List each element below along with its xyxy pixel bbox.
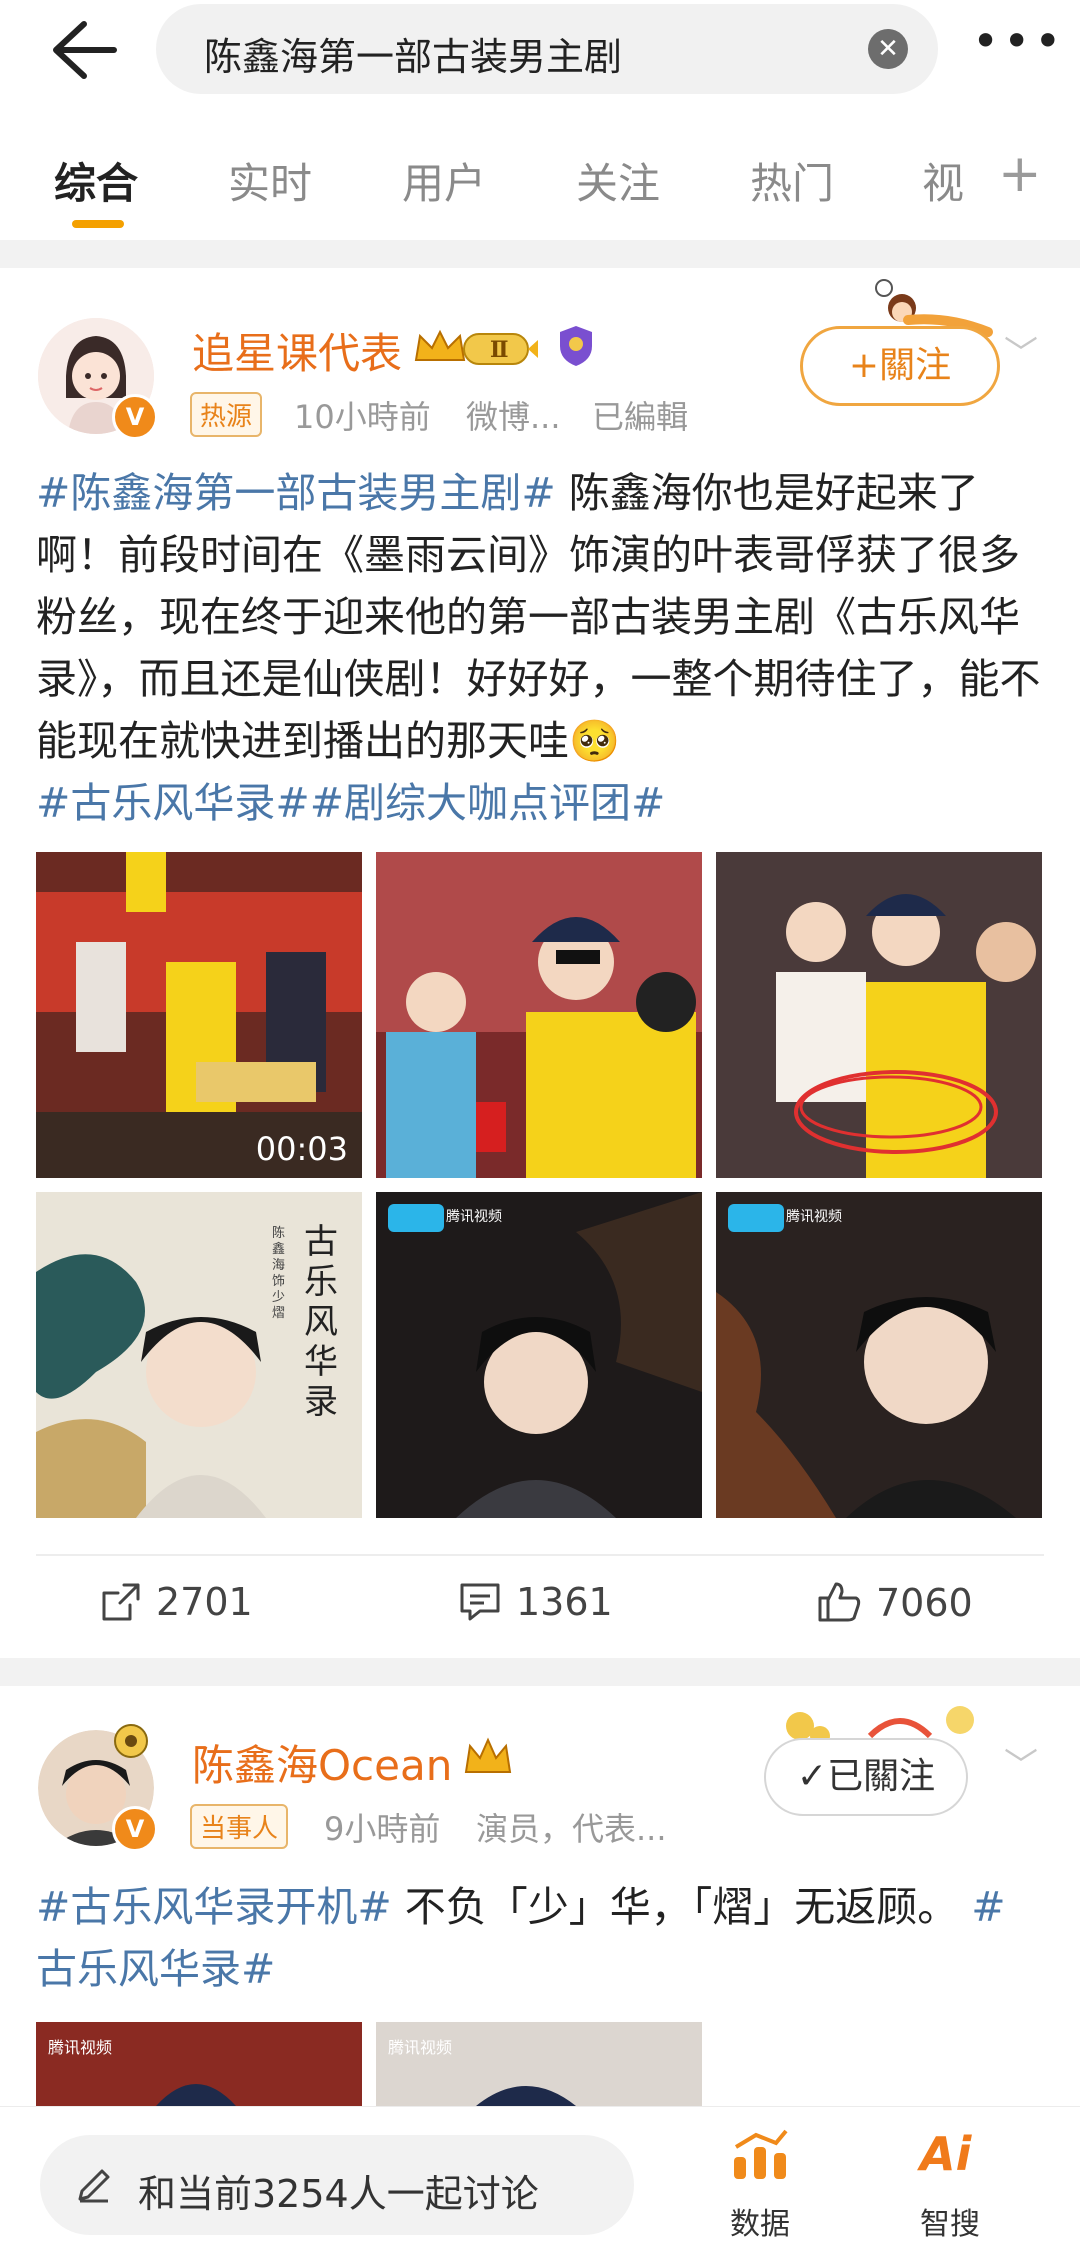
search-query[interactable]: 陈鑫海第一部古装男主剧 — [204, 26, 622, 81]
post-time: 10小時前 — [294, 398, 431, 436]
ai-search-button[interactable]: Ai 智搜 — [900, 2127, 1000, 2257]
tencent-video-label: 腾讯视频 — [786, 1209, 842, 1225]
edited-label[interactable]: 已編輯 — [592, 392, 688, 438]
post-card: V 陈鑫海Ocean 当事人 9小時前 演员，代表... ✓已關注 ﹀ #古乐风… — [0, 1686, 1080, 2106]
tab-realtime[interactable]: 实时 — [228, 150, 312, 211]
pencil-icon — [74, 2165, 114, 2205]
tencent-video-logo-icon — [388, 1204, 444, 1232]
comment-button[interactable]: 1361 — [458, 1580, 613, 1624]
data-label: 数据 — [730, 2207, 790, 2242]
bottom-bar: 和当前3254人一起讨论 数据 Ai 智搜 — [0, 2106, 1080, 2267]
post-image[interactable] — [376, 852, 702, 1178]
top-bar: 陈鑫海第一部古装男主剧 ✕ ••• — [0, 0, 1080, 100]
search-box[interactable]: 陈鑫海第一部古装男主剧 ✕ — [156, 4, 938, 94]
hashtag-link[interactable]: #陈鑫海第一部古装男主剧# — [36, 469, 556, 517]
poster-image[interactable]: 腾讯视频 — [716, 1192, 1042, 1518]
post-time: 9小時前 — [324, 1810, 441, 1848]
comment-icon — [460, 1583, 500, 1621]
level-text: Ⅱ — [490, 337, 509, 363]
shield-badge-icon — [556, 324, 596, 368]
share-button[interactable]: 2701 — [100, 1580, 253, 1624]
post-body: 不负「少」华，「熠」无返顾。 — [391, 1883, 959, 1931]
hashtag-link[interactable]: #古乐风华录开机# — [36, 1883, 392, 1931]
post-image[interactable] — [716, 852, 1042, 1178]
like-count: 7060 — [876, 1581, 973, 1625]
thumbs-up-icon — [818, 1582, 861, 1622]
author-name[interactable]: 追星课代表 — [192, 320, 402, 381]
follow-button[interactable]: +關注 — [800, 326, 1000, 406]
share-icon — [102, 1583, 140, 1621]
avatar-pendant-icon — [112, 1722, 150, 1760]
tencent-video-label: 腾讯视频 — [48, 2038, 113, 2057]
action-bar: 2701 1361 7060 — [0, 1556, 1080, 1666]
tab-bar: 综合 实时 用户 关注 热门 视 + — [0, 130, 1080, 240]
poster-image[interactable]: 腾讯视频 — [376, 1192, 702, 1518]
post-image[interactable]: 腾讯视频 — [376, 2022, 702, 2106]
discuss-placeholder: 和当前3254人一起讨论 — [138, 2172, 539, 2216]
tab-hot[interactable]: 热门 — [750, 150, 834, 211]
post-text: #古乐风华录开机# 不负「少」华，「熠」无返顾。 #古乐风华录# — [36, 1876, 1046, 2000]
source-badge: 热源 — [190, 392, 263, 437]
add-tab-icon[interactable]: + — [998, 144, 1042, 204]
ai-search-label: 智搜 — [920, 2207, 980, 2242]
following-label: 已關注 — [827, 1756, 936, 1797]
tencent-video-label: 腾讯视频 — [446, 1209, 502, 1225]
video-thumbnail[interactable]: 00:03 — [36, 852, 362, 1178]
like-button[interactable]: 7060 — [816, 1580, 973, 1625]
section-divider — [0, 240, 1080, 268]
poster-image[interactable]: 古乐风华录 陈鑫海 饰 少熠 — [36, 1192, 362, 1518]
tab-video[interactable]: 视 — [922, 150, 964, 211]
chevron-down-icon[interactable]: ﹀ — [1004, 1738, 1038, 1787]
video-duration: 00:03 — [255, 1130, 348, 1168]
tab-following[interactable]: 关注 — [576, 150, 660, 211]
poster-cast: 陈鑫海 饰 少熠 — [272, 1226, 286, 1321]
check-icon: ✓ — [796, 1756, 828, 1797]
discuss-input[interactable]: 和当前3254人一起讨论 — [40, 2135, 634, 2235]
section-divider — [0, 1658, 1080, 1686]
following-button[interactable]: ✓已關注 — [764, 1738, 968, 1816]
tab-comprehensive[interactable]: 综合 — [54, 150, 138, 211]
active-tab-indicator — [72, 220, 124, 228]
crown-level-icon: Ⅱ — [410, 324, 544, 372]
post-card: V 追星课代表 Ⅱ 热源 10小時前 微博... 已編輯 +關注 ﹀ #陈鑫海第… — [0, 268, 1080, 1648]
back-arrow-icon[interactable] — [44, 14, 120, 86]
verified-icon: V — [112, 1806, 158, 1852]
post-text: #陈鑫海第一部古装男主剧# 陈鑫海你也是好起来了啊！前段时间在《墨雨云间》饰演的… — [36, 462, 1046, 834]
ai-icon: Ai — [920, 2127, 972, 2181]
post-image[interactable]: 腾讯视频 — [36, 2022, 362, 2106]
tencent-video-label: 腾讯视频 — [388, 2038, 453, 2057]
tencent-video-logo-icon — [728, 1204, 784, 1232]
emoji-icon: 🥺 — [569, 717, 621, 765]
source-badge: 当事人 — [190, 1804, 289, 1849]
crown-badge-icon — [462, 1736, 514, 1780]
verified-icon: V — [112, 394, 158, 440]
hashtag-link[interactable]: #古乐风华录##剧综大咖点评团# — [36, 779, 665, 827]
comment-count: 1361 — [516, 1580, 613, 1624]
chevron-down-icon[interactable]: ﹀ — [1004, 326, 1038, 375]
post-source[interactable]: 微博... — [466, 392, 561, 438]
chart-icon — [734, 2129, 788, 2179]
tab-users[interactable]: 用户 — [402, 150, 486, 211]
data-button[interactable]: 数据 — [710, 2127, 810, 2257]
poster-title: 古乐风华录 — [304, 1222, 338, 1422]
author-bio[interactable]: 演员，代表... — [476, 1804, 667, 1850]
more-options-icon[interactable]: ••• — [972, 18, 1061, 66]
share-count: 2701 — [156, 1580, 253, 1624]
clear-icon[interactable]: ✕ — [868, 29, 908, 69]
author-name[interactable]: 陈鑫海Ocean — [192, 1732, 452, 1793]
